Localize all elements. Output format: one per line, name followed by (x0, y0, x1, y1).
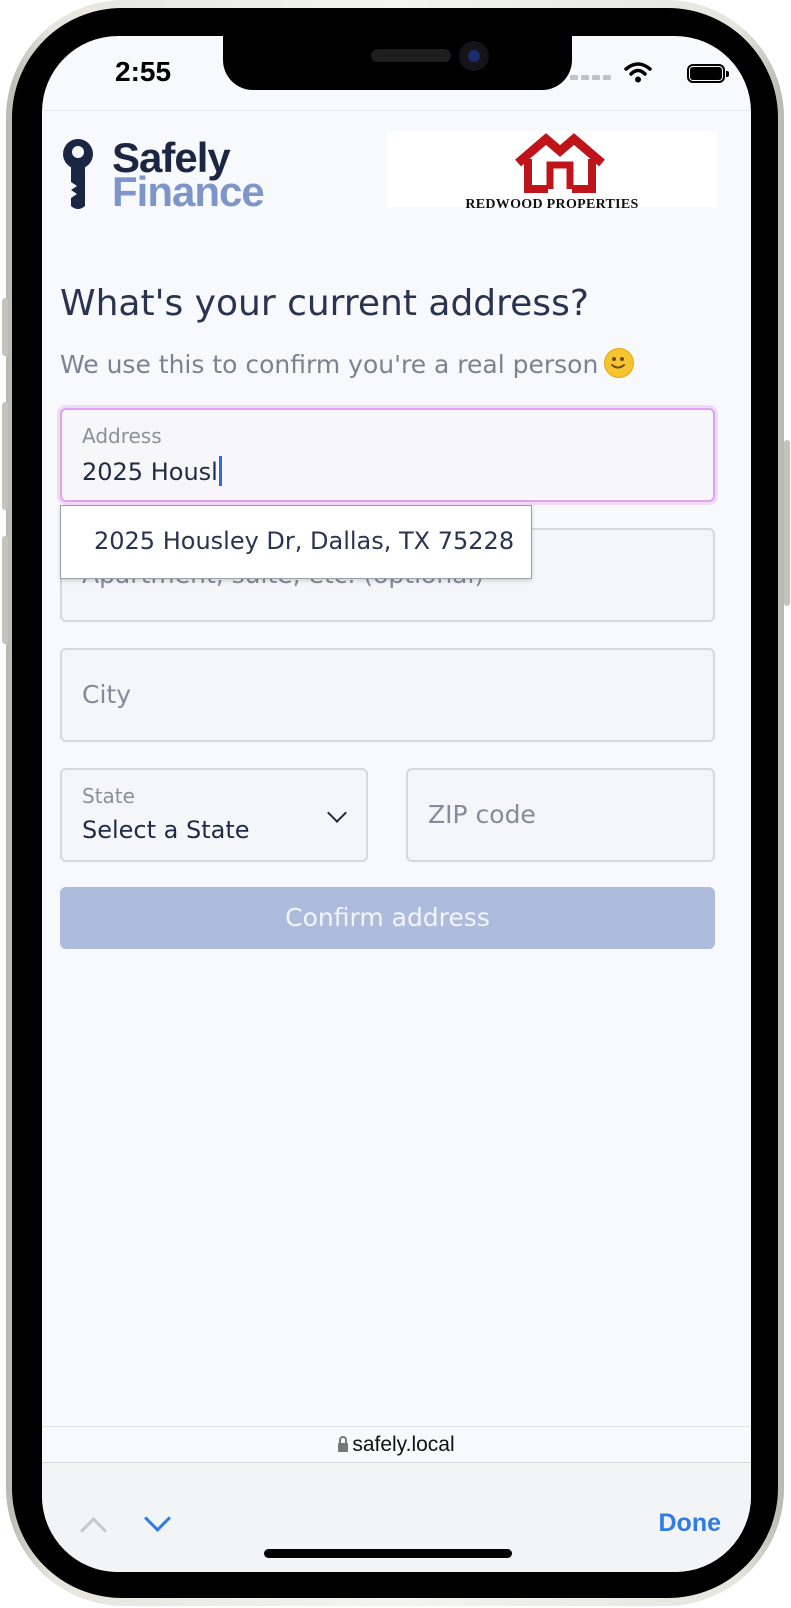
screen: 2:55 Safely Finance REDWOOD PROPERTIES W… (42, 36, 751, 1572)
signal-bar (581, 75, 589, 80)
address-label: Address (82, 424, 162, 448)
partner-logo: REDWOOD PROPERTIES (387, 131, 717, 212)
lock-icon (338, 1436, 349, 1452)
partner-name: REDWOOD PROPERTIES (465, 197, 639, 212)
signal-bar (592, 75, 600, 80)
address-suggestion[interactable]: 2025 Housley Dr, Dallas, TX 75228 (60, 505, 532, 579)
wifi-icon (624, 62, 652, 83)
notch (223, 36, 572, 90)
front-camera (459, 41, 489, 71)
text-caret (218, 456, 222, 486)
safely-finance-logo: Safely Finance (60, 134, 280, 215)
confirm-address-button[interactable]: Confirm address (60, 887, 715, 949)
chevron-down-icon (327, 803, 347, 823)
url-bar[interactable]: safely.local (42, 1426, 751, 1463)
speaker (371, 49, 451, 62)
header-divider (42, 110, 751, 111)
address-value: 2025 Housl (82, 458, 218, 486)
previous-field-chevron-up-icon[interactable] (80, 1517, 107, 1544)
signal-bar (603, 75, 611, 80)
battery-icon (687, 64, 729, 83)
house-icon (515, 133, 605, 193)
next-field-chevron-down-icon[interactable] (144, 1505, 171, 1532)
page-subtitle: We use this to confirm you're a real per… (60, 348, 635, 379)
status-time: 2:55 (115, 56, 172, 87)
url-display: safely.local (42, 1433, 751, 1457)
home-indicator (264, 1549, 512, 1558)
volume-down-button (2, 536, 8, 644)
city-field[interactable]: City (60, 648, 715, 742)
zip-placeholder: ZIP code (428, 800, 536, 829)
brand-name-line2: Finance (112, 168, 265, 215)
state-select[interactable]: State Select a State (60, 768, 368, 862)
address-field[interactable]: Address 2025 Housl (60, 408, 715, 502)
done-button[interactable]: Done (659, 1509, 722, 1538)
keyboard-accessory-bar: Done (42, 1462, 751, 1572)
url-text: safely.local (352, 1433, 455, 1456)
silent-switch (2, 298, 8, 356)
power-button (784, 440, 790, 606)
signal-icon (570, 75, 578, 80)
zip-field[interactable]: ZIP code (406, 768, 715, 862)
status-icons (570, 60, 730, 88)
volume-up-button (2, 402, 8, 510)
address-input[interactable]: 2025 Housl (82, 456, 222, 486)
page-title: What's your current address? (60, 283, 589, 324)
state-value: Select a State (82, 816, 250, 844)
address-suggestion-text: 2025 Housley Dr, Dallas, TX 75228 (94, 527, 515, 555)
state-label: State (82, 784, 135, 808)
city-placeholder: City (82, 680, 131, 709)
page-subtitle-text: We use this to confirm you're a real per… (60, 350, 599, 379)
key-icon (63, 139, 93, 209)
smile-emoji-icon (604, 348, 635, 378)
